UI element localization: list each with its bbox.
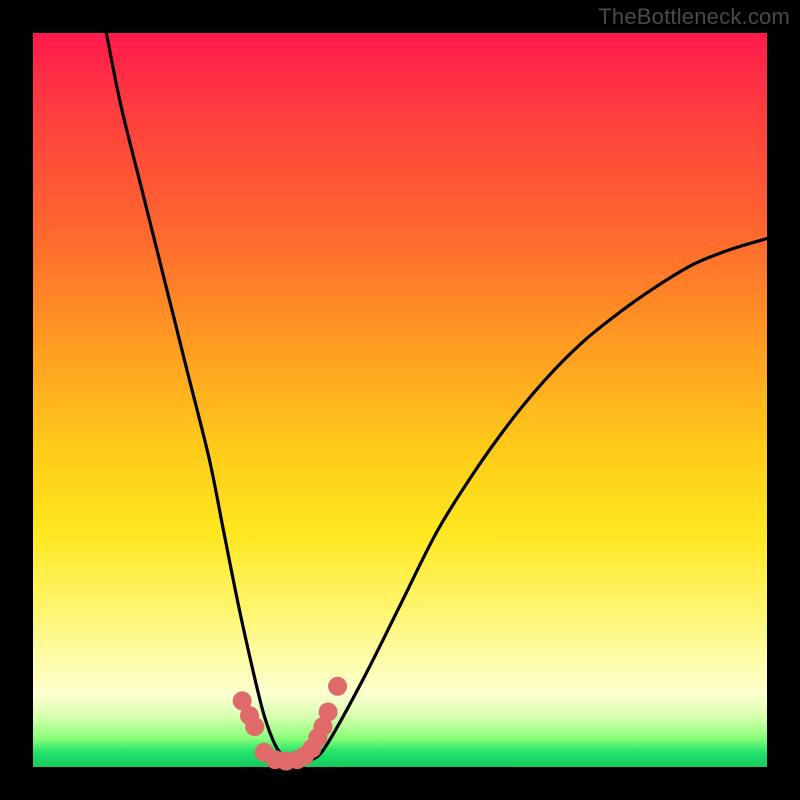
marker-dot <box>328 677 347 696</box>
marker-dot <box>319 703 338 722</box>
highlight-markers <box>233 677 347 771</box>
curve-svg <box>33 33 767 767</box>
marker-dot <box>245 717 264 736</box>
chart-frame: TheBottleneck.com <box>0 0 800 800</box>
bottleneck-curve <box>106 33 767 763</box>
watermark-text: TheBottleneck.com <box>598 4 790 30</box>
plot-area <box>33 33 767 767</box>
